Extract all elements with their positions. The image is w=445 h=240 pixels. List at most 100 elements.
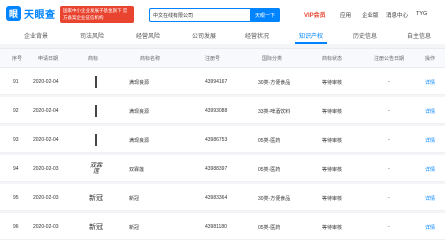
gov-badge: 国家中小企业发展子基金旗下 官方备案企业征信机构 <box>60 6 134 23</box>
table-header: 序号 申请日期 商标 商标名称 注册号 国际分类 商标状态 注册公告日期 操作 <box>0 48 445 68</box>
notice-date: - <box>388 195 390 201</box>
registration-number: 43986753 <box>205 137 228 143</box>
column-header: 序号 <box>12 56 23 62</box>
international-class: 05类-医药 <box>258 225 281 231</box>
trademark-name: 满现良源 <box>129 138 150 144</box>
registration-number: 43988397 <box>205 166 228 172</box>
table-row: 92 2020-02-04 满现良源 43993088 33类-啤酒饮料 等待审核 - 详情 <box>0 97 445 124</box>
trademark-glyph: 新冠 <box>89 193 103 202</box>
notice-date: - <box>388 137 390 143</box>
nav-notice[interactable]: 消息中心 <box>386 11 408 19</box>
notice-date: - <box>388 224 390 230</box>
search-box: 天眼一下 <box>149 8 280 22</box>
detail-link[interactable]: 详情 <box>425 224 435 231</box>
nav-user[interactable]: TYG <box>416 11 427 17</box>
application-date: 2020-02-04 <box>33 137 59 143</box>
column-header: 国际分类 <box>262 56 283 62</box>
detail-link[interactable]: 详情 <box>425 108 435 115</box>
detail-link[interactable]: 详情 <box>425 166 435 173</box>
tab-label: 自主信息 <box>406 34 431 40</box>
row-index: 92 <box>13 108 19 114</box>
registration-number: 43981180 <box>205 224 227 230</box>
active-tab-underline <box>295 42 327 44</box>
column-header: 商标名称 <box>140 56 161 62</box>
column-header: 商标 <box>88 56 99 62</box>
vip-link[interactable]: VIP会员 <box>304 10 326 19</box>
trademark-mark-icon <box>95 75 97 88</box>
column-header: 注册公告日期 <box>374 56 405 62</box>
trademark-mark-icon <box>95 104 97 117</box>
trademark-name: 新冠 <box>129 225 140 231</box>
international-class: 05类-医药 <box>258 138 281 144</box>
row-index: 94 <box>13 166 19 172</box>
tab-label: 企业背景 <box>23 34 48 40</box>
application-date: 2020-02-04 <box>33 79 59 85</box>
tab-2[interactable]: 经营风险 <box>126 29 170 42</box>
row-index: 95 <box>13 195 19 201</box>
search-input[interactable] <box>153 10 253 21</box>
tab-label: 知识产权 <box>298 34 323 40</box>
column-header: 操作 <box>425 56 436 62</box>
trademark-mark-icon <box>95 133 97 146</box>
international-class: 33类-啤酒饮料 <box>258 109 291 115</box>
registration-number: 43993088 <box>205 108 228 114</box>
trademark-glyph: 新冠 <box>89 222 103 231</box>
detail-link[interactable]: 详情 <box>425 195 435 202</box>
trademark-status: 等待审核 <box>322 80 343 86</box>
tab-4[interactable]: 经营状况 <box>235 29 279 42</box>
column-header: 商标状态 <box>322 56 343 62</box>
international-class: 30类-方便食品 <box>258 196 291 202</box>
detail-link[interactable]: 详情 <box>425 79 435 86</box>
notice-date: - <box>388 108 390 114</box>
tab-label: 司法风险 <box>79 34 104 40</box>
international-class: 05类-医药 <box>258 167 281 173</box>
trademark-status: 等待审核 <box>322 225 343 231</box>
trademark-status: 等待审核 <box>322 167 343 173</box>
trademark-image[interactable]: 新冠 <box>85 217 107 236</box>
row-index: 93 <box>13 137 19 143</box>
column-header: 注册号 <box>205 56 221 62</box>
tab-0[interactable]: 企业背景 <box>14 29 58 42</box>
trademark-status: 等待审核 <box>322 196 343 202</box>
trademark-image[interactable] <box>85 72 107 91</box>
table-row: 93 2020-02-04 满现良源 43986753 05类-医药 等待审核 - 详情 <box>0 126 445 153</box>
column-header: 申请日期 <box>38 56 59 62</box>
tab-label: 历史信息 <box>352 34 377 40</box>
trademark-script: 双霖 莲 <box>89 161 102 175</box>
tab-label: 公司发展 <box>191 34 216 40</box>
trademark-image[interactable]: 新冠 <box>85 188 107 207</box>
trademark-name: 满现良源 <box>129 80 150 86</box>
tab-6[interactable]: 历史信息 <box>343 29 387 42</box>
top-bar: 眼 天眼查 国家中小企业发展子基金旗下 官方备案企业征信机构 天眼一下 VIP会… <box>0 0 445 30</box>
notice-date: - <box>388 166 390 172</box>
trademark-image[interactable] <box>85 101 107 120</box>
tab-label: 经营风险 <box>135 34 160 40</box>
tab-3[interactable]: 公司发展 <box>182 29 226 42</box>
tab-7[interactable]: 自主信息 <box>397 29 441 42</box>
table-row: 95 2020-02-03 新冠 新冠 43983364 30类-方便食品 等待审核 - 详情 <box>0 184 445 211</box>
trademark-name: 双霖莲 <box>129 167 145 173</box>
trademark-image[interactable] <box>85 130 107 149</box>
row-index: 96 <box>13 224 19 230</box>
trademark-name: 满现良源 <box>129 109 150 115</box>
registration-number: 43983364 <box>205 195 228 201</box>
table-row: 96 2020-02-03 新冠 新冠 43981180 05类-医药 等待审核 - 详情 <box>0 213 445 240</box>
trademark-status: 等待审核 <box>322 109 343 115</box>
detail-link[interactable]: 详情 <box>425 137 435 144</box>
logo-icon: 眼 <box>6 6 21 21</box>
trademark-name: 新冠 <box>129 196 140 202</box>
tab-5[interactable]: 知识产权 <box>289 29 333 42</box>
logo-text: 天眼查 <box>24 10 56 21</box>
table-row: 91 2020-02-04 满现良源 43994167 30类-方便食品 等待审核 - 详情 <box>0 68 445 95</box>
logo[interactable]: 眼 天眼查 <box>6 6 56 21</box>
international-class: 30类-方便食品 <box>258 80 291 86</box>
row-index: 91 <box>13 79 19 85</box>
table-row: 94 2020-02-03 双霖 莲 双霖莲 43988397 05类-医药 等待审核 - 详情 <box>0 155 445 182</box>
search-button[interactable]: 天眼一下 <box>250 8 280 22</box>
notice-date: - <box>388 79 390 85</box>
nav-enterprise[interactable]: 企业版 <box>362 11 379 19</box>
tab-1[interactable]: 司法风险 <box>70 29 114 42</box>
application-date: 2020-02-04 <box>33 108 59 114</box>
nav-app[interactable]: 应用 <box>340 11 351 19</box>
trademark-image[interactable]: 双霖 莲 <box>85 159 107 178</box>
